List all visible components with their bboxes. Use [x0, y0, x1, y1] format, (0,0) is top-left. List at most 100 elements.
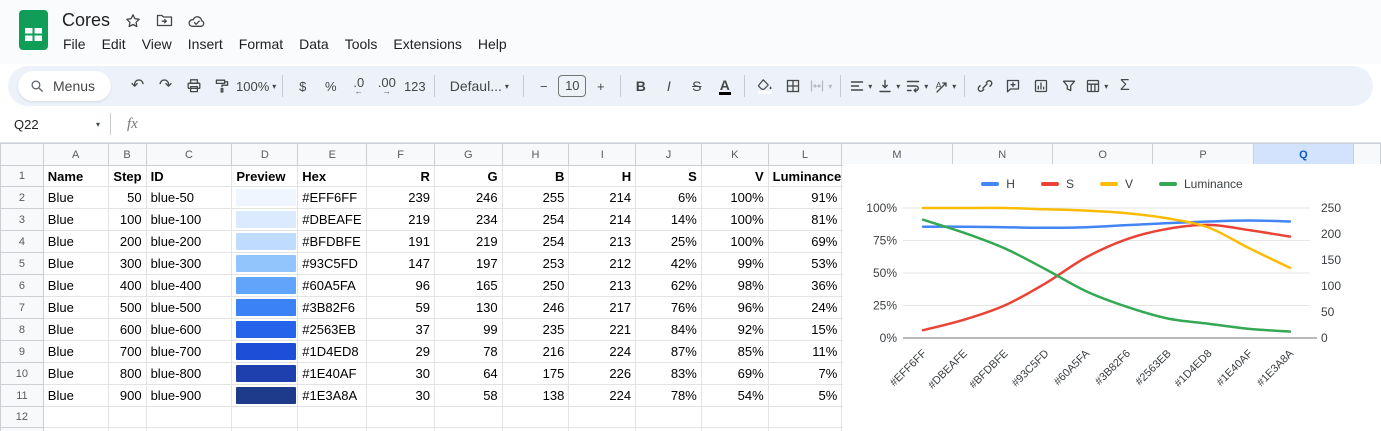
data-cell[interactable]: 58	[434, 384, 503, 407]
data-cell[interactable]: 6%	[635, 186, 702, 209]
preview-cell[interactable]	[231, 208, 299, 231]
data-cell[interactable]: #EFF6FF	[297, 186, 368, 209]
row-header-9[interactable]: 9	[0, 340, 44, 363]
data-cell[interactable]: 11%	[768, 340, 843, 363]
document-title[interactable]: Cores	[62, 10, 110, 31]
column-header-B[interactable]: B	[107, 143, 147, 166]
data-cell[interactable]: blue-200	[146, 230, 233, 253]
empty-cell[interactable]	[231, 427, 299, 431]
empty-cell[interactable]	[146, 406, 233, 428]
header-cell[interactable]: V	[701, 165, 769, 187]
empty-cell[interactable]	[43, 427, 109, 431]
preview-cell[interactable]	[231, 362, 299, 385]
preview-cell[interactable]	[231, 340, 299, 363]
data-cell[interactable]: Blue	[43, 318, 109, 341]
fill-color-button[interactable]	[751, 72, 778, 100]
data-cell[interactable]: 235	[502, 318, 570, 341]
row-header-4[interactable]: 4	[0, 230, 44, 253]
data-cell[interactable]: 254	[502, 208, 570, 231]
empty-cell[interactable]	[502, 406, 570, 428]
data-cell[interactable]: 214	[568, 186, 637, 209]
data-cell[interactable]: 29	[366, 340, 435, 363]
data-cell[interactable]: Blue	[43, 252, 109, 275]
preview-cell[interactable]	[231, 384, 299, 407]
column-header-D[interactable]: D	[231, 143, 299, 166]
row-header-2[interactable]: 2	[0, 186, 44, 209]
menu-help[interactable]: Help	[470, 33, 515, 55]
data-cell[interactable]: Blue	[43, 208, 109, 231]
data-cell[interactable]: 85%	[701, 340, 769, 363]
data-cell[interactable]: 500	[108, 296, 147, 319]
decrease-font-size-button[interactable]: −	[530, 72, 557, 100]
data-cell[interactable]: #2563EB	[297, 318, 368, 341]
menu-data[interactable]: Data	[291, 33, 337, 55]
data-cell[interactable]: 15%	[768, 318, 843, 341]
menu-extensions[interactable]: Extensions	[385, 33, 469, 55]
data-cell[interactable]: 239	[366, 186, 435, 209]
data-cell[interactable]: 78%	[635, 384, 702, 407]
row-header-8[interactable]: 8	[0, 318, 44, 341]
data-cell[interactable]: 96%	[701, 296, 769, 319]
data-cell[interactable]: #1D4ED8	[297, 340, 368, 363]
data-cell[interactable]: 216	[502, 340, 570, 363]
preview-cell[interactable]	[231, 230, 299, 253]
data-cell[interactable]: 100	[108, 208, 147, 231]
empty-cell[interactable]	[568, 427, 637, 431]
data-cell[interactable]: #3B82F6	[297, 296, 368, 319]
empty-cell[interactable]	[635, 406, 702, 428]
column-header-F[interactable]: F	[366, 143, 435, 166]
data-cell[interactable]: 36%	[768, 274, 843, 297]
data-cell[interactable]: 900	[108, 384, 147, 407]
data-cell[interactable]: 130	[434, 296, 503, 319]
column-header-O[interactable]: O	[1051, 143, 1154, 166]
data-cell[interactable]: 100%	[701, 230, 769, 253]
data-cell[interactable]: blue-800	[146, 362, 233, 385]
data-cell[interactable]: 212	[568, 252, 637, 275]
data-cell[interactable]: 219	[434, 230, 503, 253]
text-wrap-button[interactable]: ▾	[903, 72, 930, 100]
embedded-chart[interactable]: H S V Luminance 100% 75% 50% 25% 0% 250 200 150 100…	[843, 164, 1381, 431]
menu-insert[interactable]: Insert	[180, 33, 231, 55]
data-cell[interactable]: 254	[502, 230, 570, 253]
data-cell[interactable]: 98%	[701, 274, 769, 297]
header-cell[interactable]: S	[635, 165, 702, 187]
font-size-input[interactable]: 10	[558, 75, 587, 97]
data-cell[interactable]: 255	[502, 186, 570, 209]
data-cell[interactable]: 91%	[768, 186, 843, 209]
data-cell[interactable]: #93C5FD	[297, 252, 368, 275]
header-cell[interactable]: H	[568, 165, 637, 187]
data-cell[interactable]: blue-300	[146, 252, 233, 275]
format-currency-button[interactable]: $	[289, 72, 316, 100]
data-cell[interactable]: blue-50	[146, 186, 233, 209]
row-header-11[interactable]: 11	[0, 384, 44, 407]
menu-format[interactable]: Format	[231, 33, 291, 55]
data-cell[interactable]: 213	[568, 274, 637, 297]
font-family-select[interactable]: Defaul... ▾	[441, 72, 517, 100]
data-cell[interactable]: blue-700	[146, 340, 233, 363]
bold-button[interactable]: B	[627, 72, 654, 100]
empty-cell[interactable]	[43, 406, 109, 428]
data-cell[interactable]: Blue	[43, 362, 109, 385]
data-cell[interactable]: 200	[108, 230, 147, 253]
data-cell[interactable]: #DBEAFE	[297, 208, 368, 231]
functions-button[interactable]: Σ	[1111, 72, 1138, 100]
preview-cell[interactable]	[231, 318, 299, 341]
create-filter-button[interactable]	[1055, 72, 1082, 100]
header-cell[interactable]: Name	[43, 165, 109, 187]
row-header-1[interactable]: 1	[0, 165, 44, 187]
data-cell[interactable]: 99%	[701, 252, 769, 275]
data-cell[interactable]: blue-900	[146, 384, 233, 407]
data-cell[interactable]: 37	[366, 318, 435, 341]
column-header-E[interactable]: E	[297, 143, 368, 166]
menu-file[interactable]: File	[55, 33, 94, 55]
data-cell[interactable]: 175	[502, 362, 570, 385]
header-cell[interactable]: G	[434, 165, 503, 187]
data-cell[interactable]: #1E3A8A	[297, 384, 368, 407]
insert-link-button[interactable]	[971, 72, 998, 100]
data-cell[interactable]: 5%	[768, 384, 843, 407]
data-cell[interactable]: #60A5FA	[297, 274, 368, 297]
table-toggle-button[interactable]: ▾	[1083, 72, 1110, 100]
data-cell[interactable]: 224	[568, 384, 637, 407]
data-cell[interactable]: 226	[568, 362, 637, 385]
data-cell[interactable]: 54%	[701, 384, 769, 407]
